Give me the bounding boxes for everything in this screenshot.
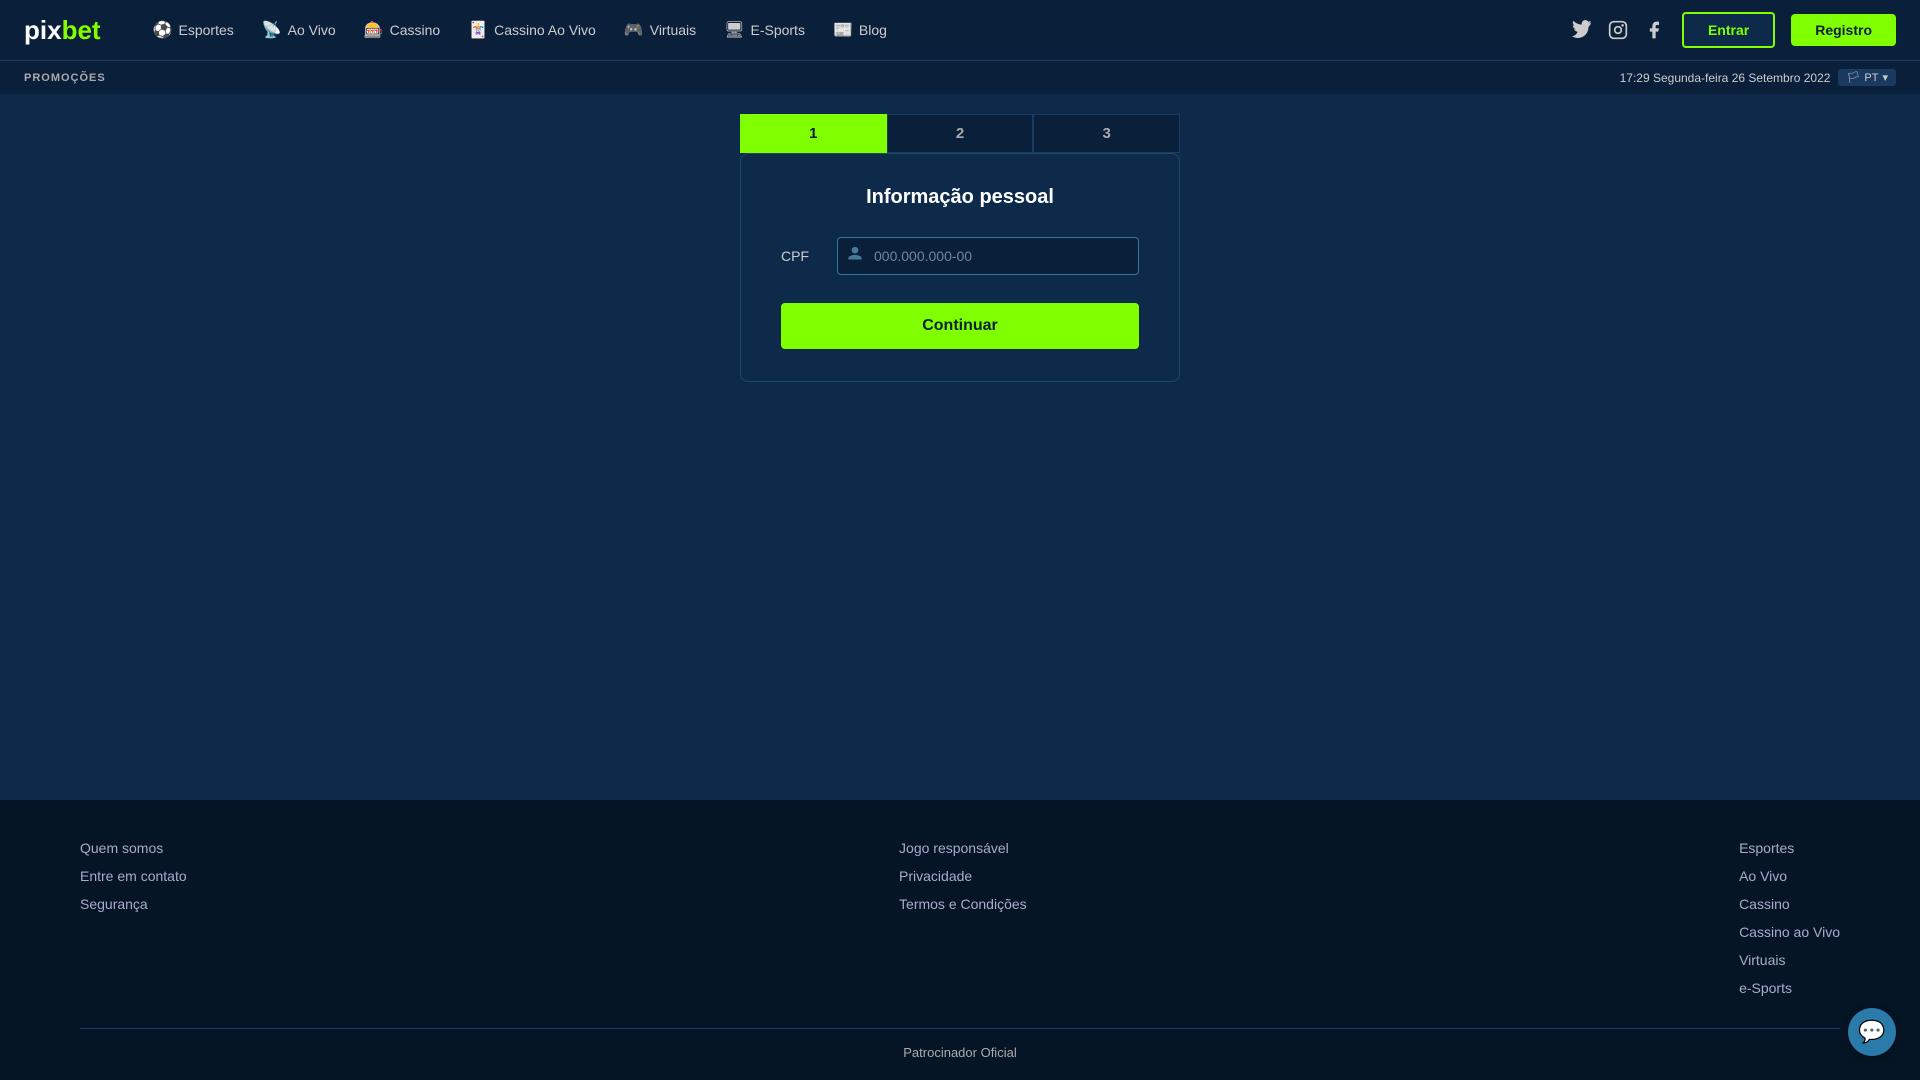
- footer-link-privacidade[interactable]: Privacidade: [899, 868, 1027, 884]
- e-sports-icon: 🖥: [724, 20, 744, 40]
- nav-ao-vivo[interactable]: 📡 Ao Vivo: [250, 14, 348, 46]
- footer-col-1: Quem somos Entre em contato Segurança: [80, 840, 187, 996]
- registro-button[interactable]: Registro: [1791, 14, 1896, 46]
- promo-right: 17:29 Segunda-feira 26 Setembro 2022 🏳 P…: [1620, 69, 1896, 86]
- logo[interactable]: pixbet: [24, 15, 101, 46]
- language-selector[interactable]: 🏳 PT ▾: [1838, 69, 1896, 86]
- user-icon: [847, 246, 863, 267]
- footer-link-cassino[interactable]: Cassino: [1739, 896, 1840, 912]
- footer: Quem somos Entre em contato Segurança Jo…: [0, 800, 1920, 1080]
- facebook-icon[interactable]: [1642, 18, 1666, 42]
- nav-virtuais-label: Virtuais: [650, 22, 696, 38]
- cpf-input[interactable]: [837, 237, 1139, 275]
- footer-link-ao-vivo[interactable]: Ao Vivo: [1739, 868, 1840, 884]
- nav-virtuais[interactable]: 🎮 Virtuais: [612, 14, 708, 46]
- cassino-ao-vivo-icon: 🃏: [468, 20, 488, 40]
- main-content: 1 2 3 Informação pessoal CPF Continuar: [0, 94, 1920, 800]
- continuar-button[interactable]: Continuar: [781, 303, 1139, 349]
- header-right: Entrar Registro: [1570, 12, 1896, 48]
- form-title: Informação pessoal: [781, 186, 1139, 209]
- step-2[interactable]: 2: [887, 114, 1034, 153]
- footer-col-2: Jogo responsável Privacidade Termos e Co…: [899, 840, 1027, 996]
- chat-icon: 💬: [1858, 1019, 1885, 1045]
- footer-link-seguranca[interactable]: Segurança: [80, 896, 187, 912]
- step-3[interactable]: 3: [1033, 114, 1180, 153]
- chevron-down-icon: ▾: [1882, 71, 1888, 84]
- esportes-icon: ⚽: [153, 20, 173, 40]
- promo-bar: PROMOÇÕES 17:29 Segunda-feira 26 Setembr…: [0, 60, 1920, 94]
- footer-link-entre-em-contato[interactable]: Entre em contato: [80, 868, 187, 884]
- flag-icon: 🏳: [1846, 71, 1860, 84]
- nav-e-sports-label: E-Sports: [750, 22, 804, 38]
- footer-link-jogo-responsavel[interactable]: Jogo responsável: [899, 840, 1027, 856]
- cpf-row: CPF: [781, 237, 1139, 275]
- nav-blog[interactable]: 📰 Blog: [821, 14, 899, 46]
- nav-blog-label: Blog: [859, 22, 887, 38]
- logo-bet: bet: [62, 15, 101, 46]
- social-icons: [1570, 18, 1666, 42]
- cpf-label: CPF: [781, 248, 821, 264]
- blog-icon: 📰: [833, 20, 853, 40]
- nav-esportes[interactable]: ⚽ Esportes: [141, 14, 246, 46]
- cassino-icon: 🎰: [364, 20, 384, 40]
- nav-ao-vivo-label: Ao Vivo: [288, 22, 336, 38]
- footer-link-e-sports[interactable]: e-Sports: [1739, 980, 1840, 996]
- ao-vivo-icon: 📡: [262, 20, 282, 40]
- nav-esportes-label: Esportes: [179, 22, 234, 38]
- footer-link-esportes[interactable]: Esportes: [1739, 840, 1840, 856]
- lang-label: PT: [1864, 72, 1878, 84]
- steps-container: 1 2 3: [740, 114, 1180, 153]
- instagram-icon[interactable]: [1606, 18, 1630, 42]
- step-1-label: 1: [809, 125, 817, 142]
- chat-button[interactable]: 💬: [1848, 1008, 1896, 1056]
- step-3-label: 3: [1103, 125, 1111, 142]
- nav-cassino-ao-vivo-label: Cassino Ao Vivo: [494, 22, 596, 38]
- nav-e-sports[interactable]: 🖥 E-Sports: [712, 14, 817, 46]
- nav-cassino-label: Cassino: [390, 22, 441, 38]
- footer-bottom: Patrocinador Oficial: [80, 1028, 1840, 1060]
- footer-link-quem-somos[interactable]: Quem somos: [80, 840, 187, 856]
- footer-link-virtuais[interactable]: Virtuais: [1739, 952, 1840, 968]
- nav-cassino-ao-vivo[interactable]: 🃏 Cassino Ao Vivo: [456, 14, 608, 46]
- form-card: Informação pessoal CPF Continuar: [740, 153, 1180, 382]
- twitter-icon[interactable]: [1570, 18, 1594, 42]
- footer-link-cassino-ao-vivo[interactable]: Cassino ao Vivo: [1739, 924, 1840, 940]
- footer-col-3: Esportes Ao Vivo Cassino Cassino ao Vivo…: [1739, 840, 1840, 996]
- virtuais-icon: 🎮: [624, 20, 644, 40]
- entrar-button[interactable]: Entrar: [1682, 12, 1775, 48]
- step-2-label: 2: [956, 125, 964, 142]
- nav-cassino[interactable]: 🎰 Cassino: [352, 14, 453, 46]
- main-nav: ⚽ Esportes 📡 Ao Vivo 🎰 Cassino 🃏 Cassino…: [141, 14, 1546, 46]
- footer-columns: Quem somos Entre em contato Segurança Jo…: [80, 840, 1840, 996]
- logo-pix: pix: [24, 15, 62, 46]
- step-1[interactable]: 1: [740, 114, 887, 153]
- header: pixbet ⚽ Esportes 📡 Ao Vivo 🎰 Cassino 🃏 …: [0, 0, 1920, 60]
- datetime: 17:29 Segunda-feira 26 Setembro 2022: [1620, 71, 1831, 85]
- patrocinador-label: Patrocinador Oficial: [903, 1045, 1016, 1060]
- promo-label: PROMOÇÕES: [24, 72, 106, 84]
- footer-link-termos[interactable]: Termos e Condições: [899, 896, 1027, 912]
- cpf-input-wrapper: [837, 237, 1139, 275]
